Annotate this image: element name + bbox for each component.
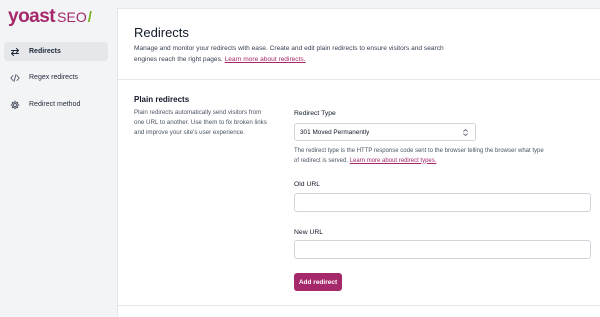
code-brackets-icon <box>10 73 20 83</box>
sidebar-item-redirect-method[interactable]: Redirect method <box>4 95 108 114</box>
logo-slash: / <box>87 9 92 26</box>
old-url-input[interactable] <box>294 193 591 212</box>
learn-more-redirect-types-link[interactable]: Learn more about redirect types. <box>350 158 437 164</box>
sidebar-item-label: Redirect method <box>29 101 81 108</box>
old-url-label: Old URL <box>294 181 321 188</box>
logo-wordmark: yoast <box>8 6 56 27</box>
sidebar: yoast SEO/ Redirects Regex redirects Redi… <box>0 0 116 316</box>
new-url-input[interactable] <box>294 240 591 259</box>
sidebar-item-label: Regex redirects <box>29 74 79 81</box>
section-description: Plain redirects automatically send visit… <box>134 109 267 136</box>
chevron-up-down-icon <box>463 129 468 136</box>
sidebar-item-label: Redirects <box>29 48 61 55</box>
redirect-type-select[interactable]: 301 Moved Permanently <box>294 123 476 141</box>
redirect-type-value: 301 Moved Permanently <box>300 128 370 136</box>
gear-icon <box>10 100 20 110</box>
sidebar-item-redirects[interactable]: Redirects <box>4 42 108 61</box>
new-url-label: New URL <box>294 229 324 236</box>
header-divider <box>118 79 600 80</box>
footer-divider <box>118 305 600 306</box>
redirect-type-label: Redirect Type <box>294 110 336 117</box>
arrows-swap-icon <box>10 47 20 57</box>
learn-more-redirects-link[interactable]: Learn more about redirects. <box>225 56 306 63</box>
section-title: Plain redirects <box>134 95 190 104</box>
yoast-seo-logo[interactable]: yoast SEO/ <box>8 6 92 29</box>
add-redirect-button[interactable]: Add redirect <box>294 273 342 291</box>
sidebar-item-regex-redirects[interactable]: Regex redirects <box>4 68 108 87</box>
page-title: Redirects <box>134 25 189 40</box>
redirect-type-hint: The redirect type is the HTTP response c… <box>294 147 544 166</box>
page-description: Manage and monitor your redirects with e… <box>134 43 454 65</box>
main-panel: Redirects Manage and monitor your redire… <box>117 8 600 317</box>
logo-product: SEO <box>57 9 87 25</box>
